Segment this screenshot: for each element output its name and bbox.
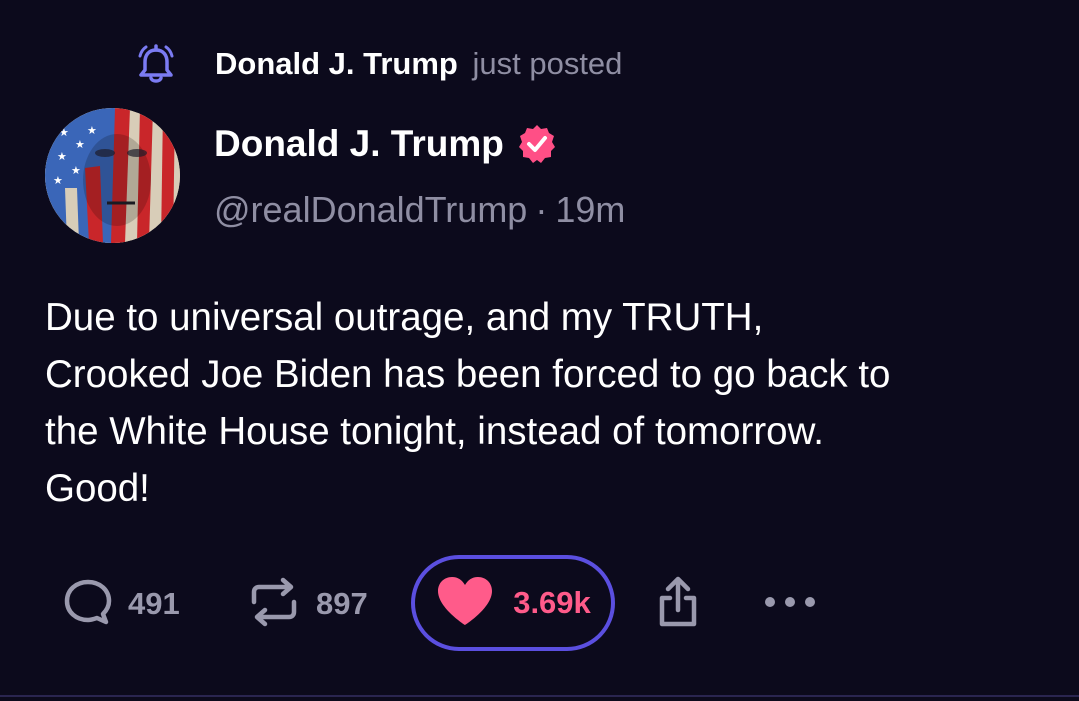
repost-button[interactable]: 897	[246, 576, 368, 633]
reply-button[interactable]: 491	[62, 578, 180, 630]
author-meta: @realDonaldTrump · 19m	[214, 184, 625, 236]
divider	[0, 695, 1079, 697]
notification-text: Donald J. Trump just posted	[215, 42, 622, 86]
more-options-icon	[762, 586, 818, 623]
svg-text:★: ★	[75, 138, 85, 151]
post-text-line: Good!	[45, 467, 150, 510]
svg-text:★: ★	[87, 124, 97, 137]
bell-icon	[136, 42, 176, 86]
svg-text:★: ★	[57, 150, 67, 163]
svg-text:★: ★	[71, 164, 81, 177]
notification-header: Donald J. Trump just posted	[136, 40, 622, 88]
heart-icon	[435, 575, 495, 632]
reply-count: 491	[128, 586, 180, 621]
meta-separator: ·	[535, 189, 548, 230]
like-button[interactable]: 3.69k	[411, 555, 615, 651]
notification-action: just posted	[472, 46, 623, 81]
post-text-line: Crooked Joe Biden has been forced to go …	[45, 353, 891, 396]
more-options-button[interactable]	[762, 588, 818, 620]
post-text-line: the White House tonight, instead of tomo…	[45, 410, 824, 453]
repost-count: 897	[316, 586, 368, 621]
post-timestamp[interactable]: 19m	[555, 189, 625, 230]
post-notification-card: Donald J. Trump just posted ★ ★ ★ ★ ★ ★ …	[0, 0, 1079, 701]
reply-icon	[62, 576, 114, 633]
svg-text:★: ★	[59, 126, 69, 139]
notification-actor[interactable]: Donald J. Trump	[215, 46, 458, 81]
verified-badge-icon	[516, 123, 558, 165]
post-text: Due to universal outrage, and my TRUTH, …	[45, 289, 1055, 517]
repost-icon	[246, 576, 302, 633]
author-name[interactable]: Donald J. Trump	[214, 123, 504, 165]
share-button[interactable]	[654, 576, 702, 632]
share-icon	[654, 574, 702, 635]
avatar[interactable]: ★ ★ ★ ★ ★ ★	[45, 108, 180, 243]
author-name-row: Donald J. Trump	[214, 118, 558, 170]
author-handle[interactable]: @realDonaldTrump	[214, 189, 527, 230]
post-text-line: Due to universal outrage, and my TRUTH,	[45, 296, 764, 339]
like-count: 3.69k	[513, 585, 591, 620]
svg-text:★: ★	[53, 174, 63, 187]
